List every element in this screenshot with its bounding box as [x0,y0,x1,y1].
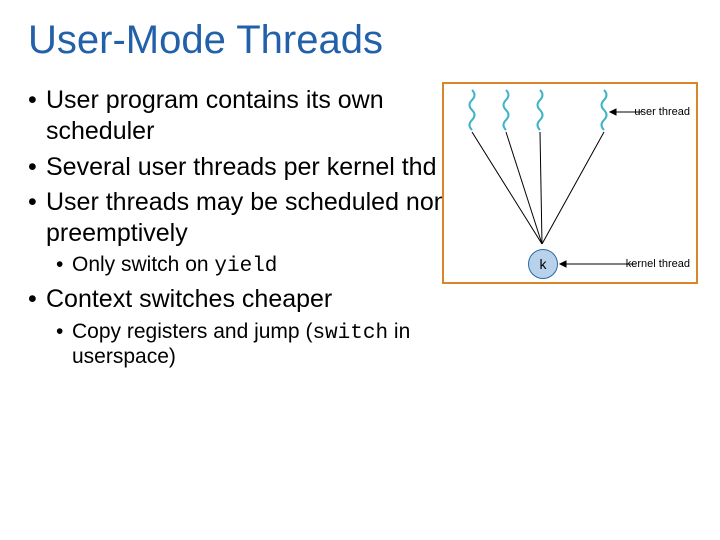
sub-bullet-text: Only switch on [72,253,214,276]
code-yield: yield [214,255,277,278]
slide: User-Mode Threads User program contains … [0,0,720,540]
sub-bullet-list: Only switch on yield [28,253,458,278]
sub-bullet-text: Copy registers and jump ( [72,320,312,343]
sub-bullet-item: Copy registers and jump (switch in users… [56,320,458,369]
bullet-item: Context switches cheaper [28,284,458,315]
bullet-list: Context switches cheaper [28,284,458,315]
thread-diagram: k user thread kernel thread [442,82,698,284]
sub-bullet-list: Copy registers and jump (switch in users… [28,320,458,369]
kernel-thread-label: kernel thread [626,258,690,270]
slide-title: User-Mode Threads [28,18,692,63]
kernel-circle: k [528,249,558,279]
bullet-item: User program contains its own scheduler [28,85,458,148]
bullet-item: Several user threads per kernel thd [28,152,458,183]
bullet-list-container: User program contains its own scheduler … [28,85,458,369]
bullet-item: User threads may be scheduled non-preemp… [28,187,458,250]
bullet-list: User program contains its own scheduler … [28,85,458,249]
sub-bullet-item: Only switch on yield [56,253,458,278]
user-thread-label: user thread [634,106,690,118]
code-switch: switch [312,322,388,345]
